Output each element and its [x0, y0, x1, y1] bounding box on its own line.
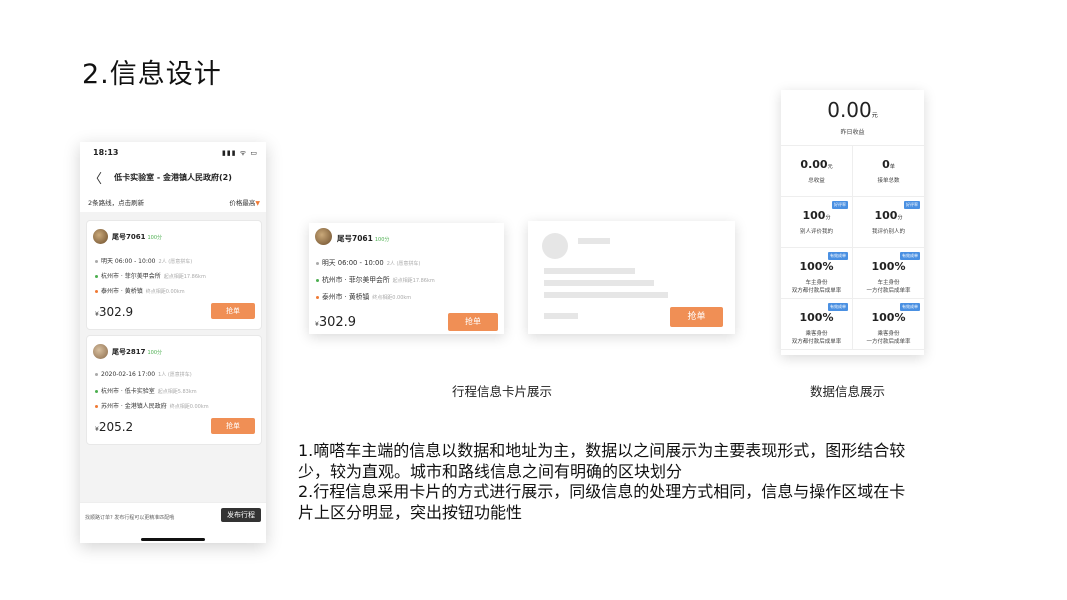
- stat-cell: 0.00元 总收益: [781, 146, 853, 197]
- stat-tag: 好评率: [904, 201, 920, 209]
- caption-trip-card: 行程信息卡片展示: [452, 384, 553, 399]
- stat-tag: 有效成单: [900, 303, 920, 311]
- trip-origin: 杭州市 · 菲尔美甲会所 起点相距17.86km: [316, 274, 435, 284]
- stat-cell: 有效成单 100% 车主身份 双方都付款后成单率: [781, 248, 853, 299]
- description-line: 2.行程信息采用卡片的方式进行展示，同级信息的处理方式相同，信息与操作区域在卡: [298, 482, 906, 501]
- caption-data: 数据信息展示: [810, 384, 886, 399]
- route-refresh-link[interactable]: 2条路线，点击刷新: [88, 197, 144, 207]
- text-placeholder: [544, 280, 654, 286]
- sort-dropdown[interactable]: 价格最高▼: [229, 197, 260, 207]
- trip-price: ¥302.9: [95, 305, 134, 319]
- trip-origin: 杭州市 · 低卡实验室 起点相距5.83km: [95, 386, 197, 395]
- yesterday-income-label: 昨日收益: [840, 129, 865, 136]
- trip-origin: 杭州市 · 菲尔美甲会所 起点相距17.86km: [95, 271, 206, 280]
- data-stats-panel: 0.00元 昨日收益 0.00元 总收益 0单 接单总数 好评率 100分 别人…: [781, 90, 924, 355]
- avatar: [315, 228, 332, 245]
- score-badge: 100分: [147, 235, 163, 241]
- description-line: 片上区分明显，突出按钮功能性: [298, 502, 523, 522]
- score-badge: 100分: [147, 350, 163, 356]
- route-bar: 2条路线，点击刷新 价格最高▼: [80, 190, 266, 212]
- description: 1.嘀嗒车主端的信息以数据和地址为主，数据以之间展示为主要表现形式，图形结合较 …: [298, 441, 998, 523]
- trip-destination: 苏州市 · 金港镇人民政府 终点相距0.00km: [95, 401, 209, 410]
- avatar: [93, 229, 108, 244]
- skeleton-card: 抢单: [528, 221, 735, 334]
- sort-label: 价格最高: [229, 199, 256, 207]
- status-bar: 18:13 ▮▮▮ ᯤ ▭: [80, 142, 266, 164]
- avatar-placeholder: [542, 233, 568, 259]
- status-time: 18:13: [93, 148, 119, 157]
- trip-destination: 泰州市 · 黄桥镇 终点相距0.00km: [95, 286, 185, 295]
- bottom-hint: 找顺路订单? 发布行程可以更精准匹配哦: [85, 515, 175, 521]
- stat-tag: 好评率: [832, 201, 848, 209]
- yesterday-income: 0.00元 昨日收益: [781, 90, 924, 146]
- stat-cell: 好评率 100分 我评价别人的: [853, 197, 924, 248]
- triangle-down-icon: ▼: [255, 200, 260, 207]
- text-placeholder: [544, 268, 635, 274]
- driver-name: 尾号7061 100分: [112, 233, 163, 241]
- nav-title: 低卡实验室 - 金港镇人民政府(2): [114, 173, 232, 182]
- stat-tag: 有效成单: [900, 252, 920, 260]
- text-placeholder: [544, 313, 578, 319]
- trip-card[interactable]: 尾号7061 100分 明天 06:00 - 10:00 2人 (愿意拼车) 杭州市…: [86, 220, 262, 330]
- text-placeholder: [544, 292, 668, 298]
- trip-price: ¥205.2: [95, 420, 134, 434]
- grab-order-button[interactable]: 抢单: [211, 418, 255, 434]
- page-title: 2.信息设计: [82, 59, 222, 90]
- driver-name: 尾号7061 100分: [337, 234, 390, 243]
- stat-tag: 有效成单: [828, 303, 848, 311]
- text-placeholder: [578, 238, 610, 244]
- grab-order-button[interactable]: 抢单: [211, 303, 255, 319]
- trip-card[interactable]: 尾号2817 100分 2020-02-16 17:00 1人 (愿意拼车) 杭州市…: [86, 335, 262, 445]
- grab-order-button[interactable]: 抢单: [448, 313, 498, 331]
- trip-time: 明天 06:00 - 10:00 2人 (愿意拼车): [95, 256, 192, 265]
- signal-wifi-battery-icon: ▮▮▮ ᯤ ▭: [221, 149, 258, 157]
- driver-name: 尾号2817 100分: [112, 348, 163, 356]
- publish-trip-button[interactable]: 发布行程: [221, 508, 261, 522]
- grab-order-button[interactable]: 抢单: [670, 307, 723, 327]
- stat-tag: 有效成单: [828, 252, 848, 260]
- stat-cell: 有效成单 100% 车主身份 一方付款后成单率: [853, 248, 924, 299]
- stat-cell: 有效成单 100% 乘客身份 一方付款后成单率: [853, 299, 924, 350]
- bottom-bar: 找顺路订单? 发布行程可以更精准匹配哦 发布行程: [80, 502, 266, 543]
- home-indicator: [141, 538, 205, 541]
- stat-cell: 好评率 100分 别人评价我的: [781, 197, 853, 248]
- trip-time: 明天 06:00 - 10:00 2人 (愿意拼车): [316, 257, 420, 267]
- trip-price: ¥302.9: [315, 315, 357, 330]
- score-badge: 100分: [374, 237, 390, 243]
- nav-bar: 〈 低卡实验室 - 金港镇人民政府(2): [80, 164, 266, 190]
- trip-time: 2020-02-16 17:00 1人 (愿意拼车): [95, 371, 192, 378]
- stat-cell: 0单 接单总数: [853, 146, 924, 197]
- phone-mockup: 18:13 ▮▮▮ ᯤ ▭ 〈 低卡实验室 - 金港镇人民政府(2) 2条路线，…: [80, 142, 266, 543]
- trip-destination: 泰州市 · 黄桥镇 终点相距0.00km: [316, 291, 411, 301]
- description-line: 少，较为直观。城市和路线信息之间有明确的区块划分: [298, 461, 683, 481]
- stat-cell: 有效成单 100% 乘客身份 双方都付款后成单率: [781, 299, 853, 350]
- description-line: 1.嘀嗒车主端的信息以数据和地址为主，数据以之间展示为主要表现形式，图形结合较: [298, 441, 906, 460]
- yesterday-income-value: 0.00元: [827, 98, 878, 122]
- trip-card-showcase[interactable]: 尾号7061 100分 明天 06:00 - 10:00 2人 (愿意拼车) 杭州市…: [309, 223, 504, 334]
- avatar: [93, 344, 108, 359]
